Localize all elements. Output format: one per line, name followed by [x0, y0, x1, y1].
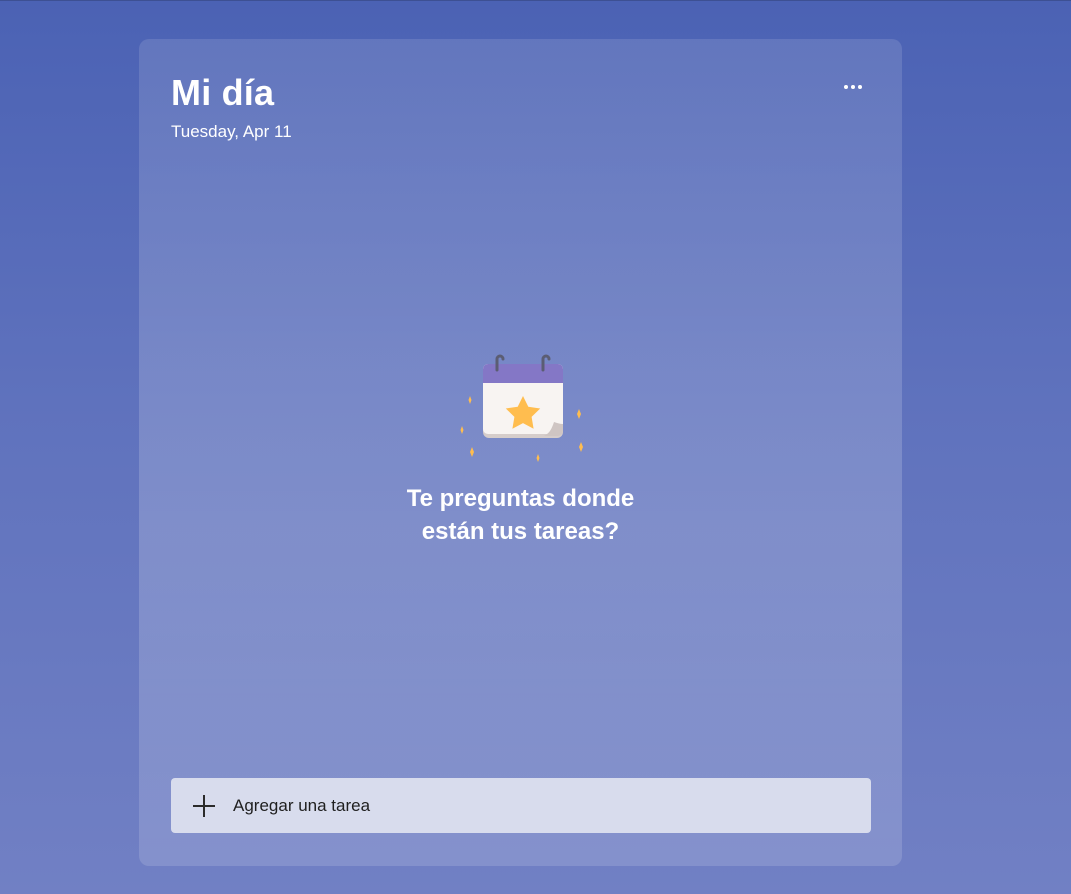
more-horizontal-icon	[844, 85, 862, 89]
add-task-input[interactable]: Agregar una tarea	[171, 778, 871, 833]
calendar-star-icon	[460, 354, 583, 462]
empty-state-line-1: Te preguntas donde	[406, 485, 635, 512]
more-options-button[interactable]	[837, 73, 869, 101]
plus-icon[interactable]	[193, 794, 215, 817]
empty-state-line-2: están tus tareas?	[421, 518, 620, 545]
empty-state-message: Te preguntas donde están tus tareas?	[139, 482, 902, 548]
add-task-placeholder: Agregar una tarea	[233, 795, 371, 815]
page-title: Mi día	[171, 72, 275, 113]
my-day-panel: Mi día Tuesday, Apr 11 Te preguntas dond…	[139, 39, 902, 866]
empty-state: Te preguntas donde están tus tareas?	[139, 354, 902, 548]
current-date: Tuesday, Apr 11	[171, 122, 292, 141]
window-top-border	[0, 0, 1071, 1]
